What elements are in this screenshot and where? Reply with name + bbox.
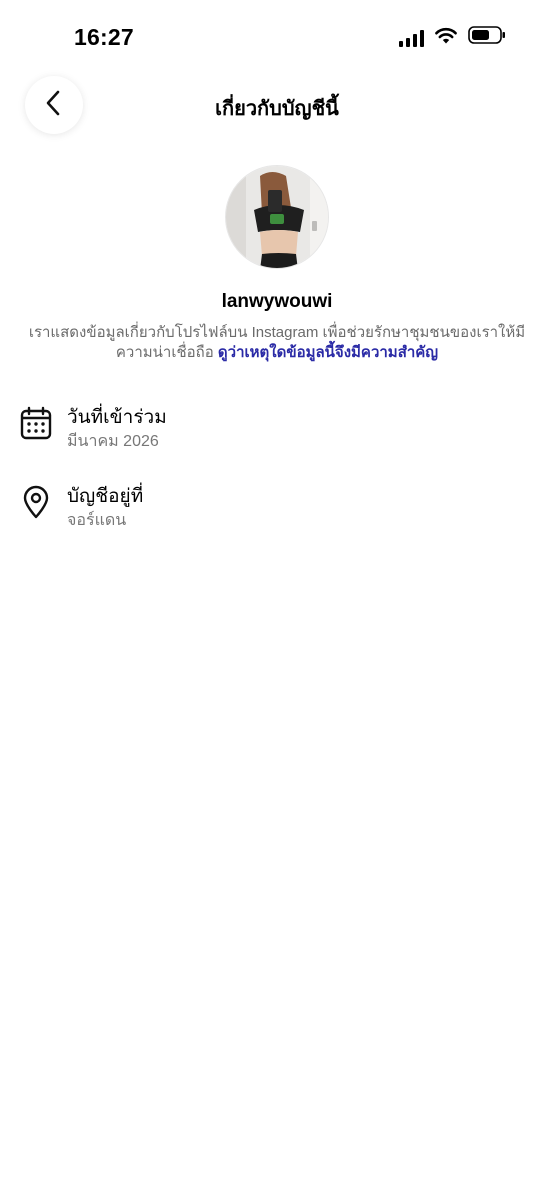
username: lanwywouwi [221,291,333,312]
nav-bar: เกี่ยวกับบัญชีนี้ [0,70,554,140]
status-icons [399,26,506,49]
wifi-icon [434,26,458,49]
status-bar: 16:27 [0,0,554,70]
learn-why-link[interactable]: ดูว่าเหตุใดข้อมูลนี้จึงมีความสำคัญ [218,344,438,361]
detail-value: มีนาคม 2026 [67,433,159,450]
detail-row-account-location: บัญชีอยู่ที่ จอร์แดน [20,481,534,537]
battery-icon [468,26,506,49]
calendar-icon [20,406,52,440]
page-title: เกี่ยวกับบัญชีนี้ [215,98,339,120]
detail-row-date-joined: วันที่เข้าร่วม มีนาคม 2026 [20,402,534,458]
detail-value: จอร์แดน [67,512,127,529]
detail-title: บัญชีอยู่ที่ [67,486,144,507]
profile-avatar [225,165,329,269]
info-text: เราแสดงข้อมูลเกี่ยวกับโปรไฟล์บน Instagra… [20,323,534,363]
status-time: 16:27 [74,24,134,50]
signal-icon [399,29,424,47]
location-pin-icon [20,485,52,519]
detail-title: วันที่เข้าร่วม [67,407,167,428]
